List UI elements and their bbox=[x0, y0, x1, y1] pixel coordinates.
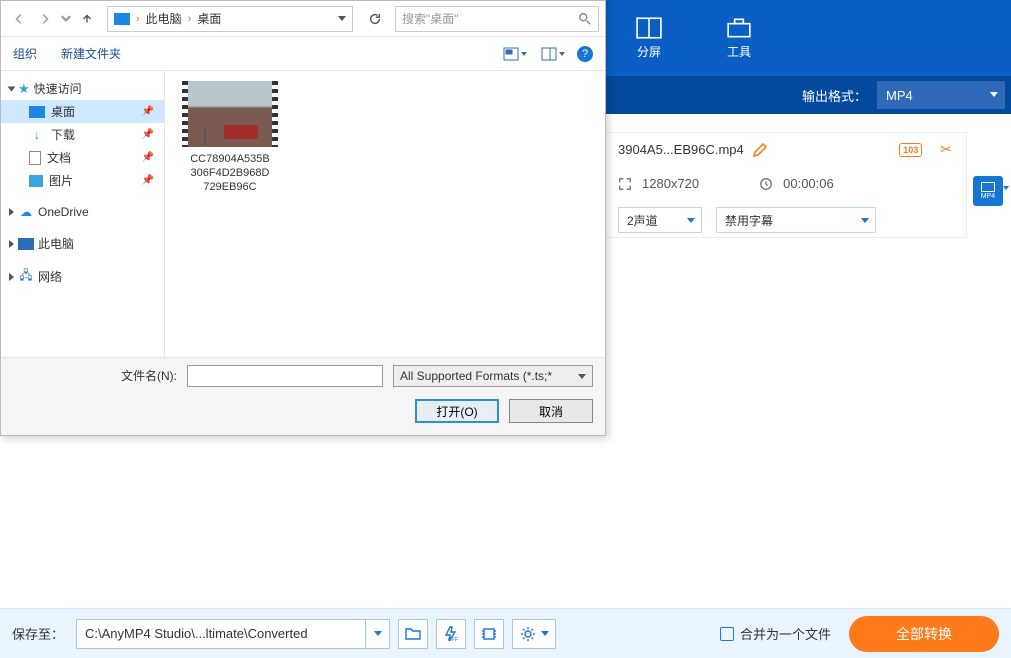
nav-onedrive[interactable]: ☁OneDrive bbox=[1, 202, 164, 222]
filetype-select[interactable]: All Supported Formats (*.ts;* bbox=[393, 365, 593, 387]
nav-pictures[interactable]: 图片📌 bbox=[1, 169, 164, 192]
search-icon bbox=[578, 12, 592, 26]
download-icon: ↓ bbox=[29, 128, 45, 142]
quick-access-group[interactable]: ★快速访问 bbox=[1, 77, 164, 100]
nav-thispc[interactable]: 此电脑 bbox=[1, 232, 164, 255]
settings-button[interactable] bbox=[512, 619, 556, 649]
output-format-select[interactable]: MP4 bbox=[877, 81, 1005, 109]
nav-downloads[interactable]: ↓下载📌 bbox=[1, 123, 164, 146]
pin-icon: 📌 bbox=[142, 152, 154, 163]
chevron-right-icon bbox=[9, 240, 14, 248]
filename-label: 文件名(N): bbox=[1, 367, 177, 384]
split-screen-button[interactable]: 分屏 bbox=[604, 0, 694, 76]
subtitle-select[interactable]: 禁用字幕 bbox=[716, 207, 876, 233]
pc-icon bbox=[18, 238, 34, 250]
chevron-down-icon bbox=[521, 52, 527, 56]
address-bar[interactable]: › 此电脑 › 桌面 bbox=[107, 6, 353, 32]
video-thumbnail bbox=[182, 81, 278, 147]
chevron-right-icon bbox=[9, 273, 14, 281]
new-folder-button[interactable]: 新建文件夹 bbox=[61, 45, 121, 62]
toolbox-icon bbox=[726, 17, 752, 39]
file-list[interactable]: CC78904A535B 306F4D2B968D 729EB96C bbox=[165, 71, 605, 357]
save-path-input[interactable]: C:\AnyMP4 Studio\...ltimate\Converted bbox=[76, 619, 366, 649]
output-format-label: 输出格式： bbox=[802, 86, 867, 105]
file-resolution: 1280x720 bbox=[642, 176, 699, 191]
save-path-dropdown[interactable] bbox=[366, 619, 390, 649]
monitor-icon bbox=[114, 13, 130, 25]
pin-icon: 📌 bbox=[142, 106, 154, 117]
tools-label: 工具 bbox=[727, 43, 751, 60]
filename-input[interactable] bbox=[187, 365, 383, 387]
recent-dropdown[interactable] bbox=[59, 7, 73, 31]
preview-pane-button[interactable] bbox=[539, 44, 567, 64]
search-input[interactable]: 搜索"桌面" bbox=[395, 6, 599, 32]
split-icon bbox=[636, 17, 662, 39]
document-icon bbox=[29, 151, 41, 165]
breadcrumb-thispc[interactable]: 此电脑 bbox=[146, 10, 182, 27]
nav-desktop[interactable]: 桌面📌 bbox=[1, 100, 164, 123]
convert-all-button[interactable]: 全部转换 bbox=[849, 616, 999, 652]
clock-icon bbox=[759, 177, 773, 191]
help-button[interactable]: ? bbox=[577, 46, 593, 62]
cancel-button[interactable]: 取消 bbox=[509, 399, 593, 423]
checkbox-icon bbox=[720, 627, 734, 641]
save-to-label: 保存至： bbox=[12, 624, 64, 643]
file-duration: 00:00:06 bbox=[783, 176, 834, 191]
audio-select[interactable]: 2声道 bbox=[618, 207, 702, 233]
merge-checkbox[interactable]: 合并为一个文件 bbox=[720, 624, 831, 643]
output-format-value: MP4 bbox=[886, 88, 913, 103]
star-icon: ★ bbox=[18, 81, 30, 97]
svg-text:OFF: OFF bbox=[448, 637, 458, 642]
chevron-down-icon bbox=[541, 631, 549, 636]
chevron-down-icon bbox=[8, 86, 16, 91]
chevron-down-icon bbox=[1003, 186, 1009, 190]
nav-documents[interactable]: 文档📌 bbox=[1, 146, 164, 169]
chevron-right-icon bbox=[9, 208, 14, 216]
chevron-right-icon: › bbox=[136, 13, 140, 25]
chevron-down-icon bbox=[338, 16, 346, 21]
chevron-down-icon bbox=[990, 92, 998, 97]
navigation-pane: ★快速访问 桌面📌 ↓下载📌 文档📌 图片📌 ☁OneDrive 此电脑 🖧网络 bbox=[1, 71, 165, 357]
chevron-right-icon: › bbox=[188, 13, 192, 25]
chevron-down-icon bbox=[374, 631, 382, 636]
merge-label: 合并为一个文件 bbox=[740, 624, 831, 643]
organize-menu[interactable]: 组织 bbox=[13, 45, 37, 62]
file-open-dialog: › 此电脑 › 桌面 搜索"桌面" 组织 新建文件夹 ? ★快速访问 桌面📌 ↓… bbox=[0, 0, 606, 436]
file-item: 3904A5...EB96C.mp4 103 ✂ 1280x720 00:00:… bbox=[604, 132, 967, 238]
film-icon bbox=[981, 182, 995, 192]
up-button[interactable] bbox=[75, 7, 99, 31]
open-button[interactable]: 打开(O) bbox=[415, 399, 499, 423]
chevron-down-icon bbox=[559, 52, 565, 56]
picture-icon bbox=[29, 175, 43, 187]
cloud-icon: ☁ bbox=[18, 205, 34, 219]
chevron-down-icon bbox=[687, 218, 695, 223]
hwaccel-button[interactable]: OFF bbox=[436, 619, 466, 649]
nav-network[interactable]: 🖧网络 bbox=[1, 265, 164, 288]
video-badge[interactable]: 103 bbox=[899, 143, 922, 157]
view-mode-button[interactable] bbox=[501, 44, 529, 64]
tools-button[interactable]: 工具 bbox=[694, 0, 784, 76]
split-label: 分屏 bbox=[637, 43, 661, 60]
file-name: 3904A5...EB96C.mp4 bbox=[618, 142, 744, 157]
pin-icon: 📌 bbox=[142, 129, 154, 140]
cut-icon[interactable]: ✂ bbox=[940, 141, 952, 158]
pin-icon: 📌 bbox=[142, 175, 154, 186]
desktop-icon bbox=[29, 106, 45, 118]
refresh-button[interactable] bbox=[361, 6, 389, 32]
network-icon: 🖧 bbox=[18, 270, 34, 284]
chevron-down-icon bbox=[861, 218, 869, 223]
chevron-down-icon bbox=[578, 374, 586, 379]
file-tile[interactable]: CC78904A535B 306F4D2B968D 729EB96C bbox=[175, 81, 285, 194]
back-button[interactable] bbox=[7, 7, 31, 31]
item-format-button[interactable]: MP4 bbox=[973, 176, 1003, 206]
gpu-button[interactable] bbox=[474, 619, 504, 649]
open-folder-button[interactable] bbox=[398, 619, 428, 649]
forward-button bbox=[33, 7, 57, 31]
edit-icon[interactable] bbox=[752, 142, 768, 158]
expand-icon bbox=[618, 177, 632, 191]
breadcrumb-desktop[interactable]: 桌面 bbox=[197, 10, 221, 27]
